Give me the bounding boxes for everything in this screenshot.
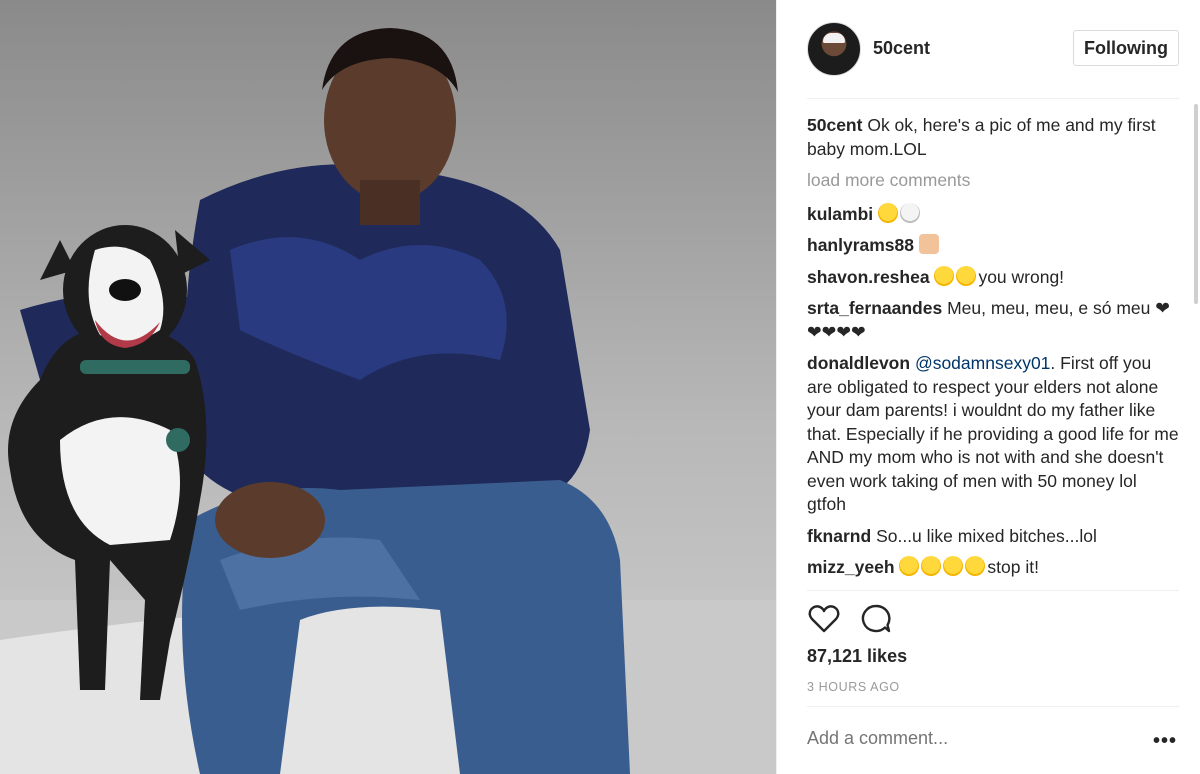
comment-text: So...u like mixed bitches...lol [876,525,1097,546]
footer-divider [807,706,1179,707]
comment-mention-link[interactable]: @sodamnsexy01 [915,353,1050,373]
comment-item: srta_fernaandes Meu, meu, meu, e só meu … [807,297,1179,344]
comment-username[interactable]: mizz_yeeh [807,557,895,577]
comment-item: donaldlevon @sodamnsexy01. First off you… [807,352,1179,517]
comment-username[interactable]: srta_fernaandes [807,298,942,318]
comment-item: shavon.reshea you wrong! [807,265,1179,290]
comment-items: kulambi hanlyrams88 shavon.reshea you wr… [807,202,1179,580]
laughing-crying-emoji-icon [956,265,977,286]
speech-bubble-icon[interactable] [859,602,893,636]
laughing-crying-emoji-icon [921,556,942,576]
more-options-button[interactable]: ••• [1153,731,1177,751]
post-photo[interactable] [0,0,776,774]
thumbs-down-emoji-icon [918,234,939,254]
laughing-crying-emoji-icon [899,556,920,576]
laughing-crying-emoji-icon [934,265,955,286]
comments-scrollbar[interactable] [1194,104,1198,304]
instagram-post: 50cent Following 50cent Ok ok, here's a … [0,0,1200,774]
comments-divider [807,590,1179,591]
post-timestamp[interactable]: 3 HOURS AGO [807,680,900,694]
comment-item: kulambi [807,202,1179,227]
comment-username[interactable]: donaldlevon [807,353,910,373]
author-username[interactable]: 50cent [873,38,930,59]
post-sidebar: 50cent Following 50cent Ok ok, here's a … [776,0,1200,774]
load-more-comments-link[interactable]: load more comments [807,169,1179,193]
comment-text: . First off you are obligated to respect… [807,353,1179,514]
caption-username[interactable]: 50cent [807,115,862,135]
skull-emoji-icon [900,202,921,223]
caption: 50cent Ok ok, here's a pic of me and my … [807,114,1179,161]
likes-count[interactable]: 87,121 likes [807,646,907,667]
comment-text: stop it! [987,557,1039,577]
laughing-crying-emoji-icon [965,556,986,576]
comment-item: hanlyrams88 [807,234,1179,258]
action-bar [807,602,1179,636]
comment-item: mizz_yeeh stop it! [807,556,1179,580]
comment-item: fknarnd So...u like mixed bitches...lol [807,525,1179,549]
comment-text: you wrong! [978,266,1065,287]
post-header: 50cent Following [777,0,1200,98]
laughing-crying-emoji-icon [878,202,899,223]
laughing-crying-emoji-icon [943,556,964,576]
heart-outline-icon[interactable] [807,602,841,636]
comments-list[interactable]: 50cent Ok ok, here's a pic of me and my … [807,114,1179,590]
comment-username[interactable]: fknarnd [807,526,871,546]
add-comment-input[interactable] [807,728,1137,749]
avatar[interactable] [807,22,861,76]
comment-username[interactable]: hanlyrams88 [807,235,914,255]
following-button[interactable]: Following [1073,30,1179,66]
comment-username[interactable]: shavon.reshea [807,267,930,287]
header-divider [807,98,1179,99]
comment-username[interactable]: kulambi [807,204,873,224]
photo-illustration [0,28,776,774]
